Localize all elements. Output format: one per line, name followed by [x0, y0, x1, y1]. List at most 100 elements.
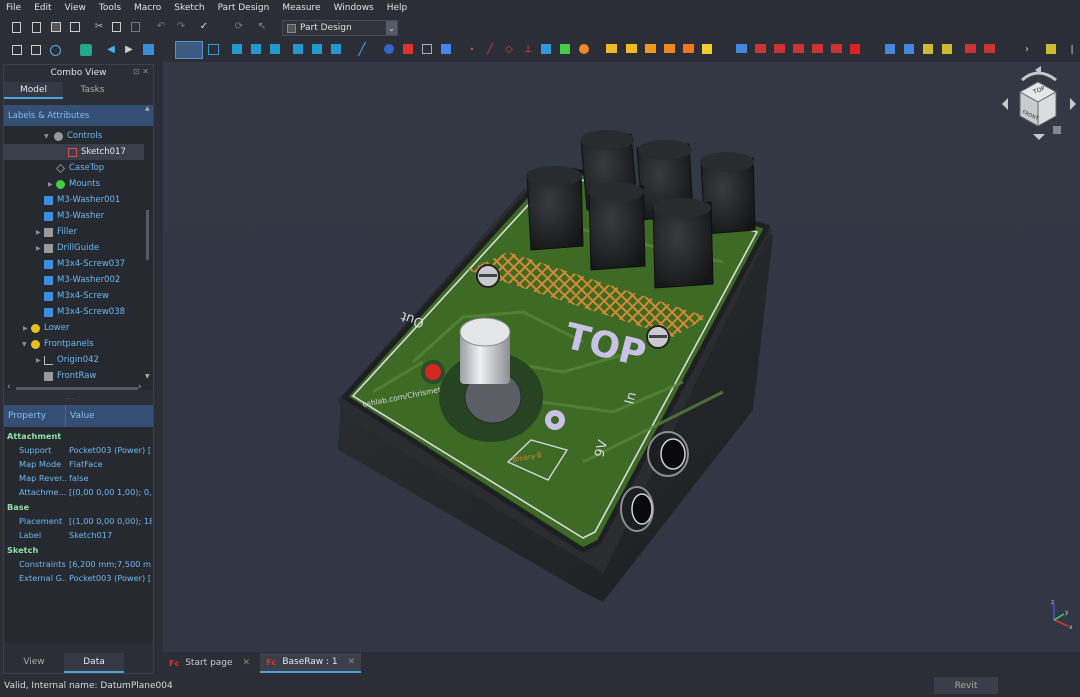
undo-icon[interactable]: ↶ [155, 21, 167, 33]
clone-icon[interactable] [579, 44, 589, 54]
menu-help[interactable]: Help [387, 3, 408, 13]
menu-windows[interactable]: Windows [334, 3, 374, 13]
tree-item-frontraw[interactable]: FrontRaw [44, 368, 96, 384]
menu-measure[interactable]: Measure [282, 3, 320, 13]
pad-icon[interactable] [606, 44, 617, 53]
property-value[interactable]: Pocket003 (Power) [... [66, 573, 152, 583]
close-icon[interactable]: ⊡ ✕ [133, 67, 149, 76]
collapse-arrow-icon[interactable]: ▶ [23, 325, 28, 332]
tab-tasks[interactable]: Tasks [63, 82, 122, 99]
collapse-arrow-icon[interactable]: ▶ [48, 181, 53, 188]
property-row[interactable]: Constraints [6,200 mm;7,500 m... [4, 557, 153, 571]
datum-point-icon[interactable]: • [466, 44, 478, 56]
front-view-icon[interactable] [232, 44, 242, 54]
copy-icon[interactable] [112, 22, 121, 32]
macro-icon[interactable] [1046, 44, 1056, 54]
subtractive-primitive-icon[interactable] [850, 44, 860, 54]
recompute-icon[interactable]: ⟳ [233, 21, 245, 33]
workbench-selector[interactable]: Part Design ⌄ [282, 20, 398, 36]
tab-baseraw[interactable]: Fc BaseRaw : 1 ✕ [260, 653, 362, 673]
revolution-icon[interactable] [626, 44, 637, 53]
std-views-icon[interactable] [143, 44, 154, 55]
linear-pattern-icon[interactable] [904, 44, 914, 54]
rotate-down-icon[interactable] [1033, 134, 1045, 140]
polar-pattern-icon[interactable] [923, 44, 933, 54]
pocket-icon[interactable] [736, 44, 747, 53]
property-column-header[interactable]: Property [4, 405, 66, 427]
scroll-up-icon[interactable]: ▲ [145, 105, 150, 112]
pipe-icon[interactable] [664, 44, 675, 53]
open-file-icon[interactable] [32, 22, 41, 33]
collapse-arrow-icon[interactable]: ▶ [36, 245, 41, 252]
mirrored-icon[interactable] [885, 44, 895, 54]
property-row[interactable]: External G... Pocket003 (Power) [... [4, 571, 153, 585]
collapse-arrow-icon[interactable]: ▶ [36, 229, 41, 236]
shape-binder-icon[interactable] [541, 44, 551, 54]
property-value[interactable]: [6,200 mm;7,500 m... [66, 559, 152, 569]
fillet-icon[interactable] [965, 44, 976, 53]
tree-item-m3-washer[interactable]: M3-Washer [44, 208, 104, 224]
datum-plane-icon[interactable]: ◇ [503, 44, 515, 56]
hole-icon[interactable] [755, 44, 766, 53]
scrollbar-thumb[interactable] [146, 210, 149, 260]
view-menu-icon[interactable] [1053, 126, 1061, 134]
measure-icon[interactable]: ╱ [356, 43, 368, 55]
navigation-style-button[interactable]: Revit [934, 677, 998, 694]
attach-sketch-icon[interactable] [422, 44, 432, 54]
menu-view[interactable]: View [65, 3, 86, 13]
subtractive-pipe-icon[interactable] [812, 44, 823, 53]
expand-arrow-icon[interactable]: ▼ [22, 341, 27, 348]
tab-data[interactable]: Data [64, 653, 124, 673]
additive-primitive-icon[interactable] [702, 44, 712, 54]
sketch-icon[interactable] [403, 44, 413, 54]
close-icon[interactable]: ✕ [348, 657, 356, 667]
overflow-icon[interactable]: | [1066, 44, 1078, 56]
cut-icon[interactable]: ✂ [93, 21, 105, 33]
tab-start-page[interactable]: Fc Start page ✕ [163, 653, 256, 673]
tree-item-m3-washer002[interactable]: M3-Washer002 [44, 272, 120, 288]
bottom-view-icon[interactable] [312, 44, 322, 54]
tree-item-frontpanels[interactable]: Frontpanels [31, 336, 94, 352]
draw-style-icon[interactable] [50, 45, 61, 56]
property-row[interactable]: Label Sketch017 [4, 528, 153, 542]
splitter-handle[interactable]: ····· [66, 396, 76, 403]
multi-transform-icon[interactable] [942, 44, 952, 54]
property-value[interactable]: [(1,00 0,00 0,00); 18... [66, 516, 152, 526]
rotate-right-icon[interactable] [1070, 98, 1076, 110]
back-icon[interactable]: ◀ [105, 44, 117, 56]
local-cs-icon[interactable]: ⊥ [522, 44, 534, 56]
tree-item-controls[interactable]: Controls [54, 128, 102, 144]
menu-sketch[interactable]: Sketch [174, 3, 204, 13]
property-row[interactable]: Placement[(1,00 0,00 0,00); 18... [4, 514, 153, 528]
property-row[interactable]: Map Rever... false [4, 471, 153, 485]
chamfer-icon[interactable] [984, 44, 995, 53]
rear-view-icon[interactable] [293, 44, 303, 54]
property-value[interactable]: Pocket003 (Power) [... [66, 445, 152, 455]
save-icon[interactable] [51, 22, 61, 32]
3d-viewport[interactable]: TOP Out In 9V oshlab.com/Chrismettal/ped… [163, 62, 1080, 652]
tree-item-origin042[interactable]: Origin042 [44, 352, 99, 368]
pedal-model-render[interactable]: TOP Out In 9V oshlab.com/Chrismettal/ped… [163, 62, 1080, 652]
refresh-check-icon[interactable]: ✓ [198, 21, 210, 33]
property-value[interactable]: false [66, 473, 152, 483]
menu-tools[interactable]: Tools [99, 3, 121, 13]
print-icon[interactable] [70, 22, 80, 32]
body-icon[interactable] [384, 44, 394, 54]
scroll-right-icon[interactable]: › [138, 382, 142, 392]
tree-item-casetop[interactable]: CaseTop [56, 160, 104, 176]
collapse-arrow-icon[interactable]: ▶ [36, 357, 41, 364]
rotate-arc-icon[interactable] [1021, 71, 1057, 82]
menu-part-design[interactable]: Part Design [218, 3, 270, 13]
tree-item-m3x4-screw037[interactable]: M3x4-Screw037 [44, 256, 125, 272]
subtractive-helix-icon[interactable] [831, 44, 842, 53]
left-view-icon[interactable] [331, 44, 341, 54]
tree-item-sketch017[interactable]: Sketch017 [4, 144, 144, 160]
property-value[interactable]: FlatFace [66, 459, 152, 469]
tree-item-mounts[interactable]: Mounts [56, 176, 100, 192]
validate-sketch-icon[interactable] [441, 44, 451, 54]
property-row[interactable]: Map Mode FlatFace [4, 457, 153, 471]
forward-icon[interactable]: ▶ [123, 44, 135, 56]
new-file-icon[interactable] [12, 22, 21, 33]
top-view-icon[interactable] [251, 44, 261, 54]
whats-this-icon[interactable]: ↖ [256, 21, 268, 33]
